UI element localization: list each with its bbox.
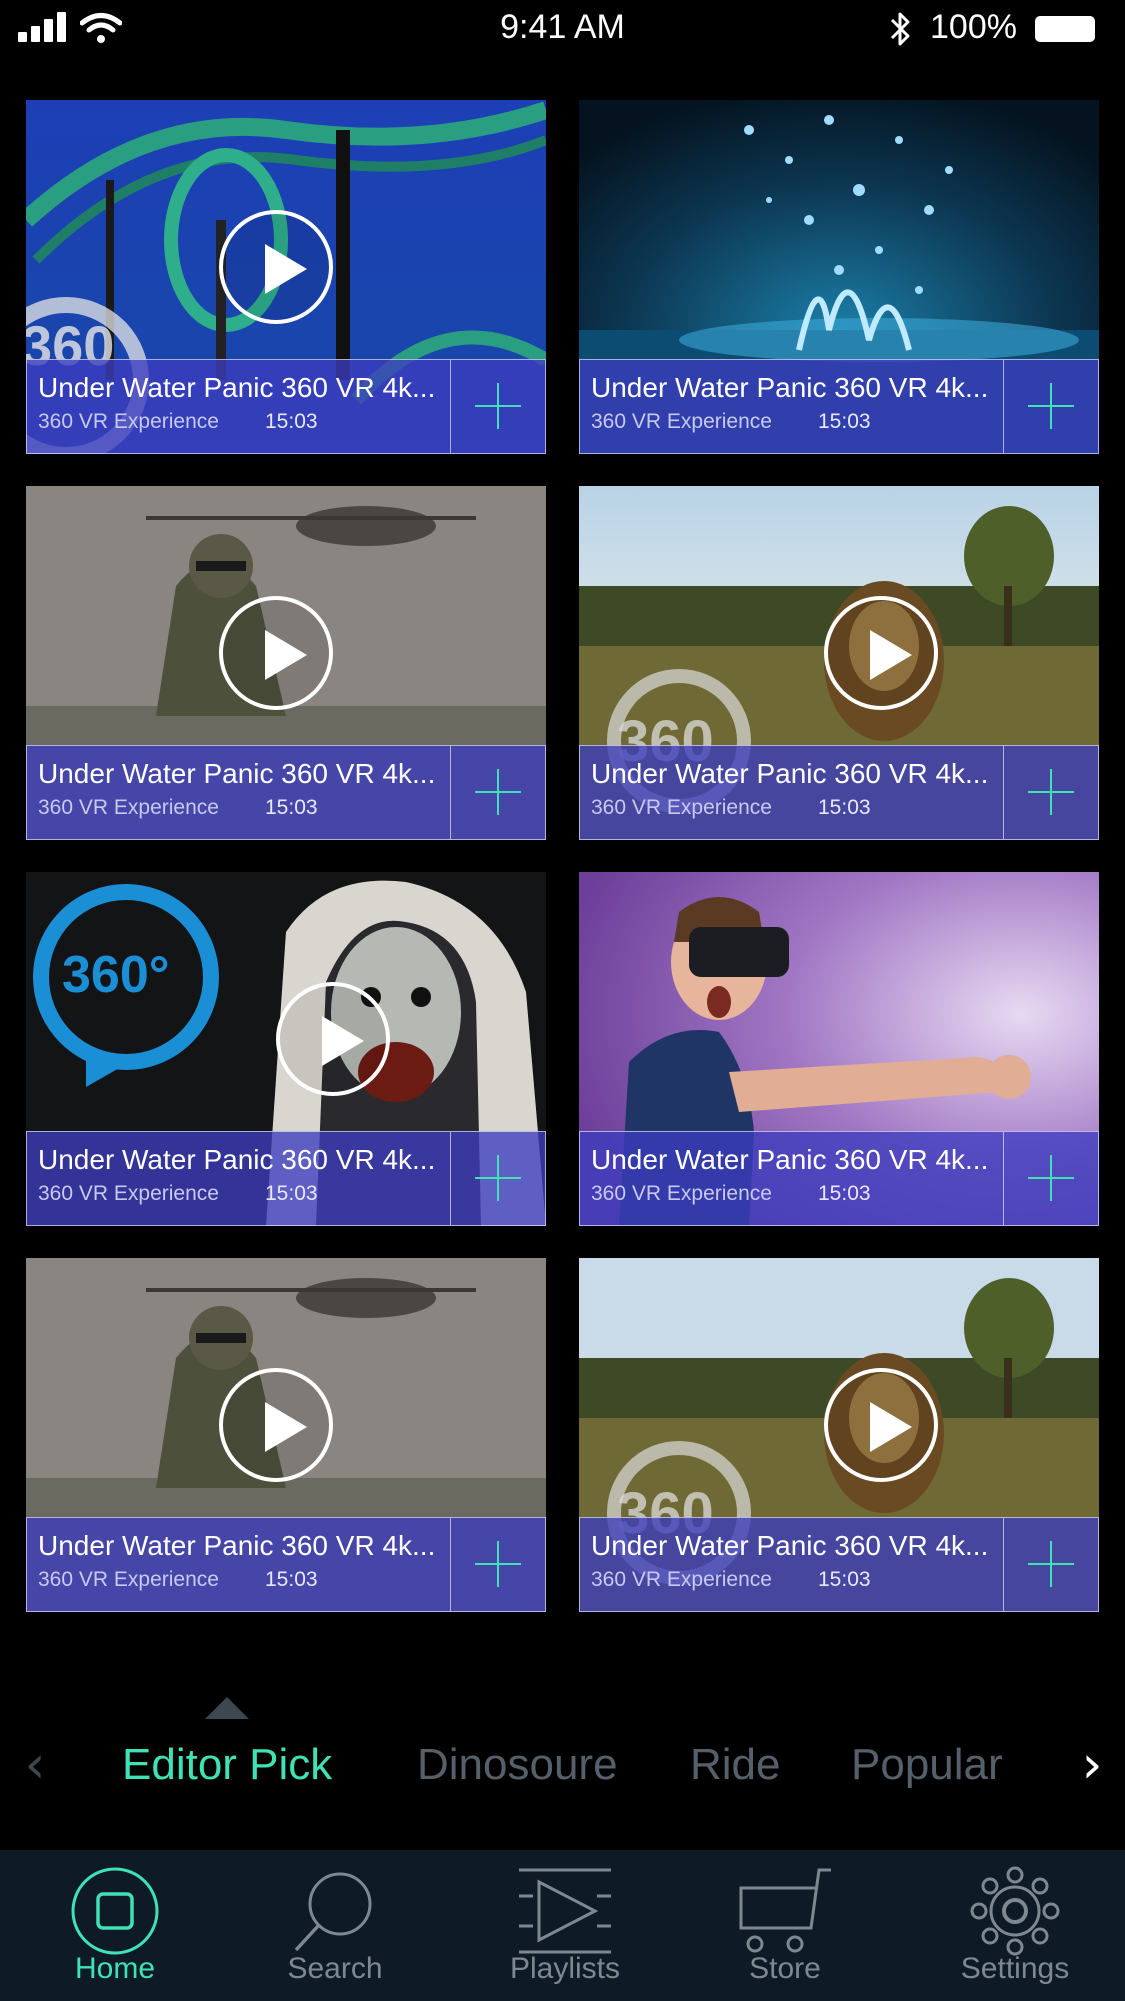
- video-duration: 15:03: [818, 796, 871, 819]
- svg-text:360°: 360°: [62, 946, 170, 1004]
- video-subtitle: 360 VR Experience: [591, 1568, 772, 1591]
- video-duration: 15:03: [265, 410, 318, 433]
- video-card[interactable]: Under Water Panic 360 VR 4k... 360 VR Ex…: [26, 1258, 546, 1612]
- video-card[interactable]: Under Water Panic 360 VR 4k... 360 VR Ex…: [579, 872, 1099, 1226]
- category-tab-editor-pick[interactable]: Editor Pick: [122, 1720, 332, 1810]
- video-subtitle: 360 VR Experience: [38, 410, 219, 433]
- video-duration: 15:03: [265, 1182, 318, 1205]
- nav-search[interactable]: Search: [250, 1850, 420, 2001]
- nav-settings[interactable]: Settings: [930, 1850, 1100, 2001]
- video-caption: Under Water Panic 360 VR 4k... 360 VR Ex…: [26, 745, 546, 840]
- video-caption: Under Water Panic 360 VR 4k... 360 VR Ex…: [579, 359, 1099, 454]
- nav-store[interactable]: Store: [700, 1850, 870, 2001]
- chevron-right-icon[interactable]: ›: [1062, 1720, 1122, 1810]
- video-title: Under Water Panic 360 VR 4k...: [38, 758, 436, 789]
- add-to-playlist-button[interactable]: [1003, 1518, 1098, 1611]
- video-subtitle: 360 VR Experience: [591, 796, 772, 819]
- video-grid: 360 Under Water Panic 360 VR 4k... 360 V…: [0, 0, 1125, 1640]
- video-card[interactable]: 360 Under Water Panic 360 VR 4k... 360 V…: [579, 1258, 1099, 1612]
- video-duration: 15:03: [818, 1568, 871, 1591]
- nav-label: Search: [287, 1952, 383, 1985]
- video-card[interactable]: Under Water Panic 360 VR 4k... 360 VR Ex…: [26, 486, 546, 840]
- video-caption: Under Water Panic 360 VR 4k... 360 VR Ex…: [26, 1517, 546, 1612]
- play-button[interactable]: [219, 210, 333, 324]
- video-title: Under Water Panic 360 VR 4k...: [38, 1530, 436, 1561]
- video-duration: 15:03: [818, 410, 871, 433]
- bottom-nav: Home Search Playlists Store Settings: [0, 1850, 1125, 2001]
- video-subtitle: 360 VR Experience: [38, 796, 219, 819]
- video-subtitle: 360 VR Experience: [38, 1568, 219, 1591]
- play-button[interactable]: [824, 1368, 938, 1482]
- play-button[interactable]: [219, 1368, 333, 1482]
- video-title: Under Water Panic 360 VR 4k...: [591, 1144, 989, 1175]
- add-to-playlist-button[interactable]: [450, 1132, 545, 1225]
- video-duration: 15:03: [818, 1182, 871, 1205]
- video-duration: 15:03: [265, 1568, 318, 1591]
- add-to-playlist-button[interactable]: [1003, 746, 1098, 839]
- chevron-left-icon[interactable]: ‹: [5, 1720, 65, 1810]
- video-card[interactable]: Under Water Panic 360 VR 4k... 360 VR Ex…: [579, 100, 1099, 454]
- nav-playlists[interactable]: Playlists: [480, 1850, 650, 2001]
- video-subtitle: 360 VR Experience: [591, 1182, 772, 1205]
- video-card[interactable]: 360 Under Water Panic 360 VR 4k... 360 V…: [26, 100, 546, 454]
- video-title: Under Water Panic 360 VR 4k...: [591, 1530, 989, 1561]
- video-caption: Under Water Panic 360 VR 4k... 360 VR Ex…: [579, 745, 1099, 840]
- video-duration: 15:03: [265, 796, 318, 819]
- add-to-playlist-button[interactable]: [1003, 360, 1098, 453]
- video-card[interactable]: 360 Under Water Panic 360 VR 4k... 360 V…: [579, 486, 1099, 840]
- video-title: Under Water Panic 360 VR 4k...: [38, 372, 436, 403]
- video-caption: Under Water Panic 360 VR 4k... 360 VR Ex…: [579, 1517, 1099, 1612]
- video-caption: Under Water Panic 360 VR 4k... 360 VR Ex…: [26, 1131, 546, 1226]
- category-tab-dinosoure[interactable]: Dinosoure: [417, 1720, 618, 1810]
- video-subtitle: 360 VR Experience: [591, 410, 772, 433]
- gear-icon: [970, 1866, 1060, 1956]
- play-button[interactable]: [219, 596, 333, 710]
- nav-label: Settings: [960, 1952, 1070, 1985]
- nav-home[interactable]: Home: [30, 1850, 200, 2001]
- add-to-playlist-button[interactable]: [450, 746, 545, 839]
- cart-icon: [739, 1868, 831, 1953]
- video-caption: Under Water Panic 360 VR 4k... 360 VR Ex…: [579, 1131, 1099, 1226]
- category-bar: ‹ Editor Pick Dinosoure Ride Popular ›: [0, 1720, 1125, 1810]
- add-to-playlist-button[interactable]: [450, 360, 545, 453]
- video-caption: Under Water Panic 360 VR 4k... 360 VR Ex…: [26, 359, 546, 454]
- search-icon: [294, 1872, 372, 1952]
- nav-label: Home: [74, 1952, 156, 1985]
- category-tab-ride[interactable]: Ride: [690, 1720, 781, 1810]
- video-title: Under Water Panic 360 VR 4k...: [591, 758, 989, 789]
- category-active-indicator: [205, 1697, 249, 1719]
- add-to-playlist-button[interactable]: [450, 1518, 545, 1611]
- nav-label: Playlists: [509, 1952, 621, 1985]
- playlists-icon: [519, 1868, 611, 1954]
- add-to-playlist-button[interactable]: [1003, 1132, 1098, 1225]
- play-button[interactable]: [824, 596, 938, 710]
- video-card[interactable]: 360° Under Water Panic 360 VR 4k... 360 …: [26, 872, 546, 1226]
- video-title: Under Water Panic 360 VR 4k...: [38, 1144, 436, 1175]
- play-button[interactable]: [276, 982, 390, 1096]
- video-title: Under Water Panic 360 VR 4k...: [591, 372, 989, 403]
- video-subtitle: 360 VR Experience: [38, 1182, 219, 1205]
- home-icon: [71, 1867, 159, 1955]
- category-tab-popular[interactable]: Popular: [851, 1720, 1003, 1810]
- nav-label: Store: [749, 1952, 821, 1985]
